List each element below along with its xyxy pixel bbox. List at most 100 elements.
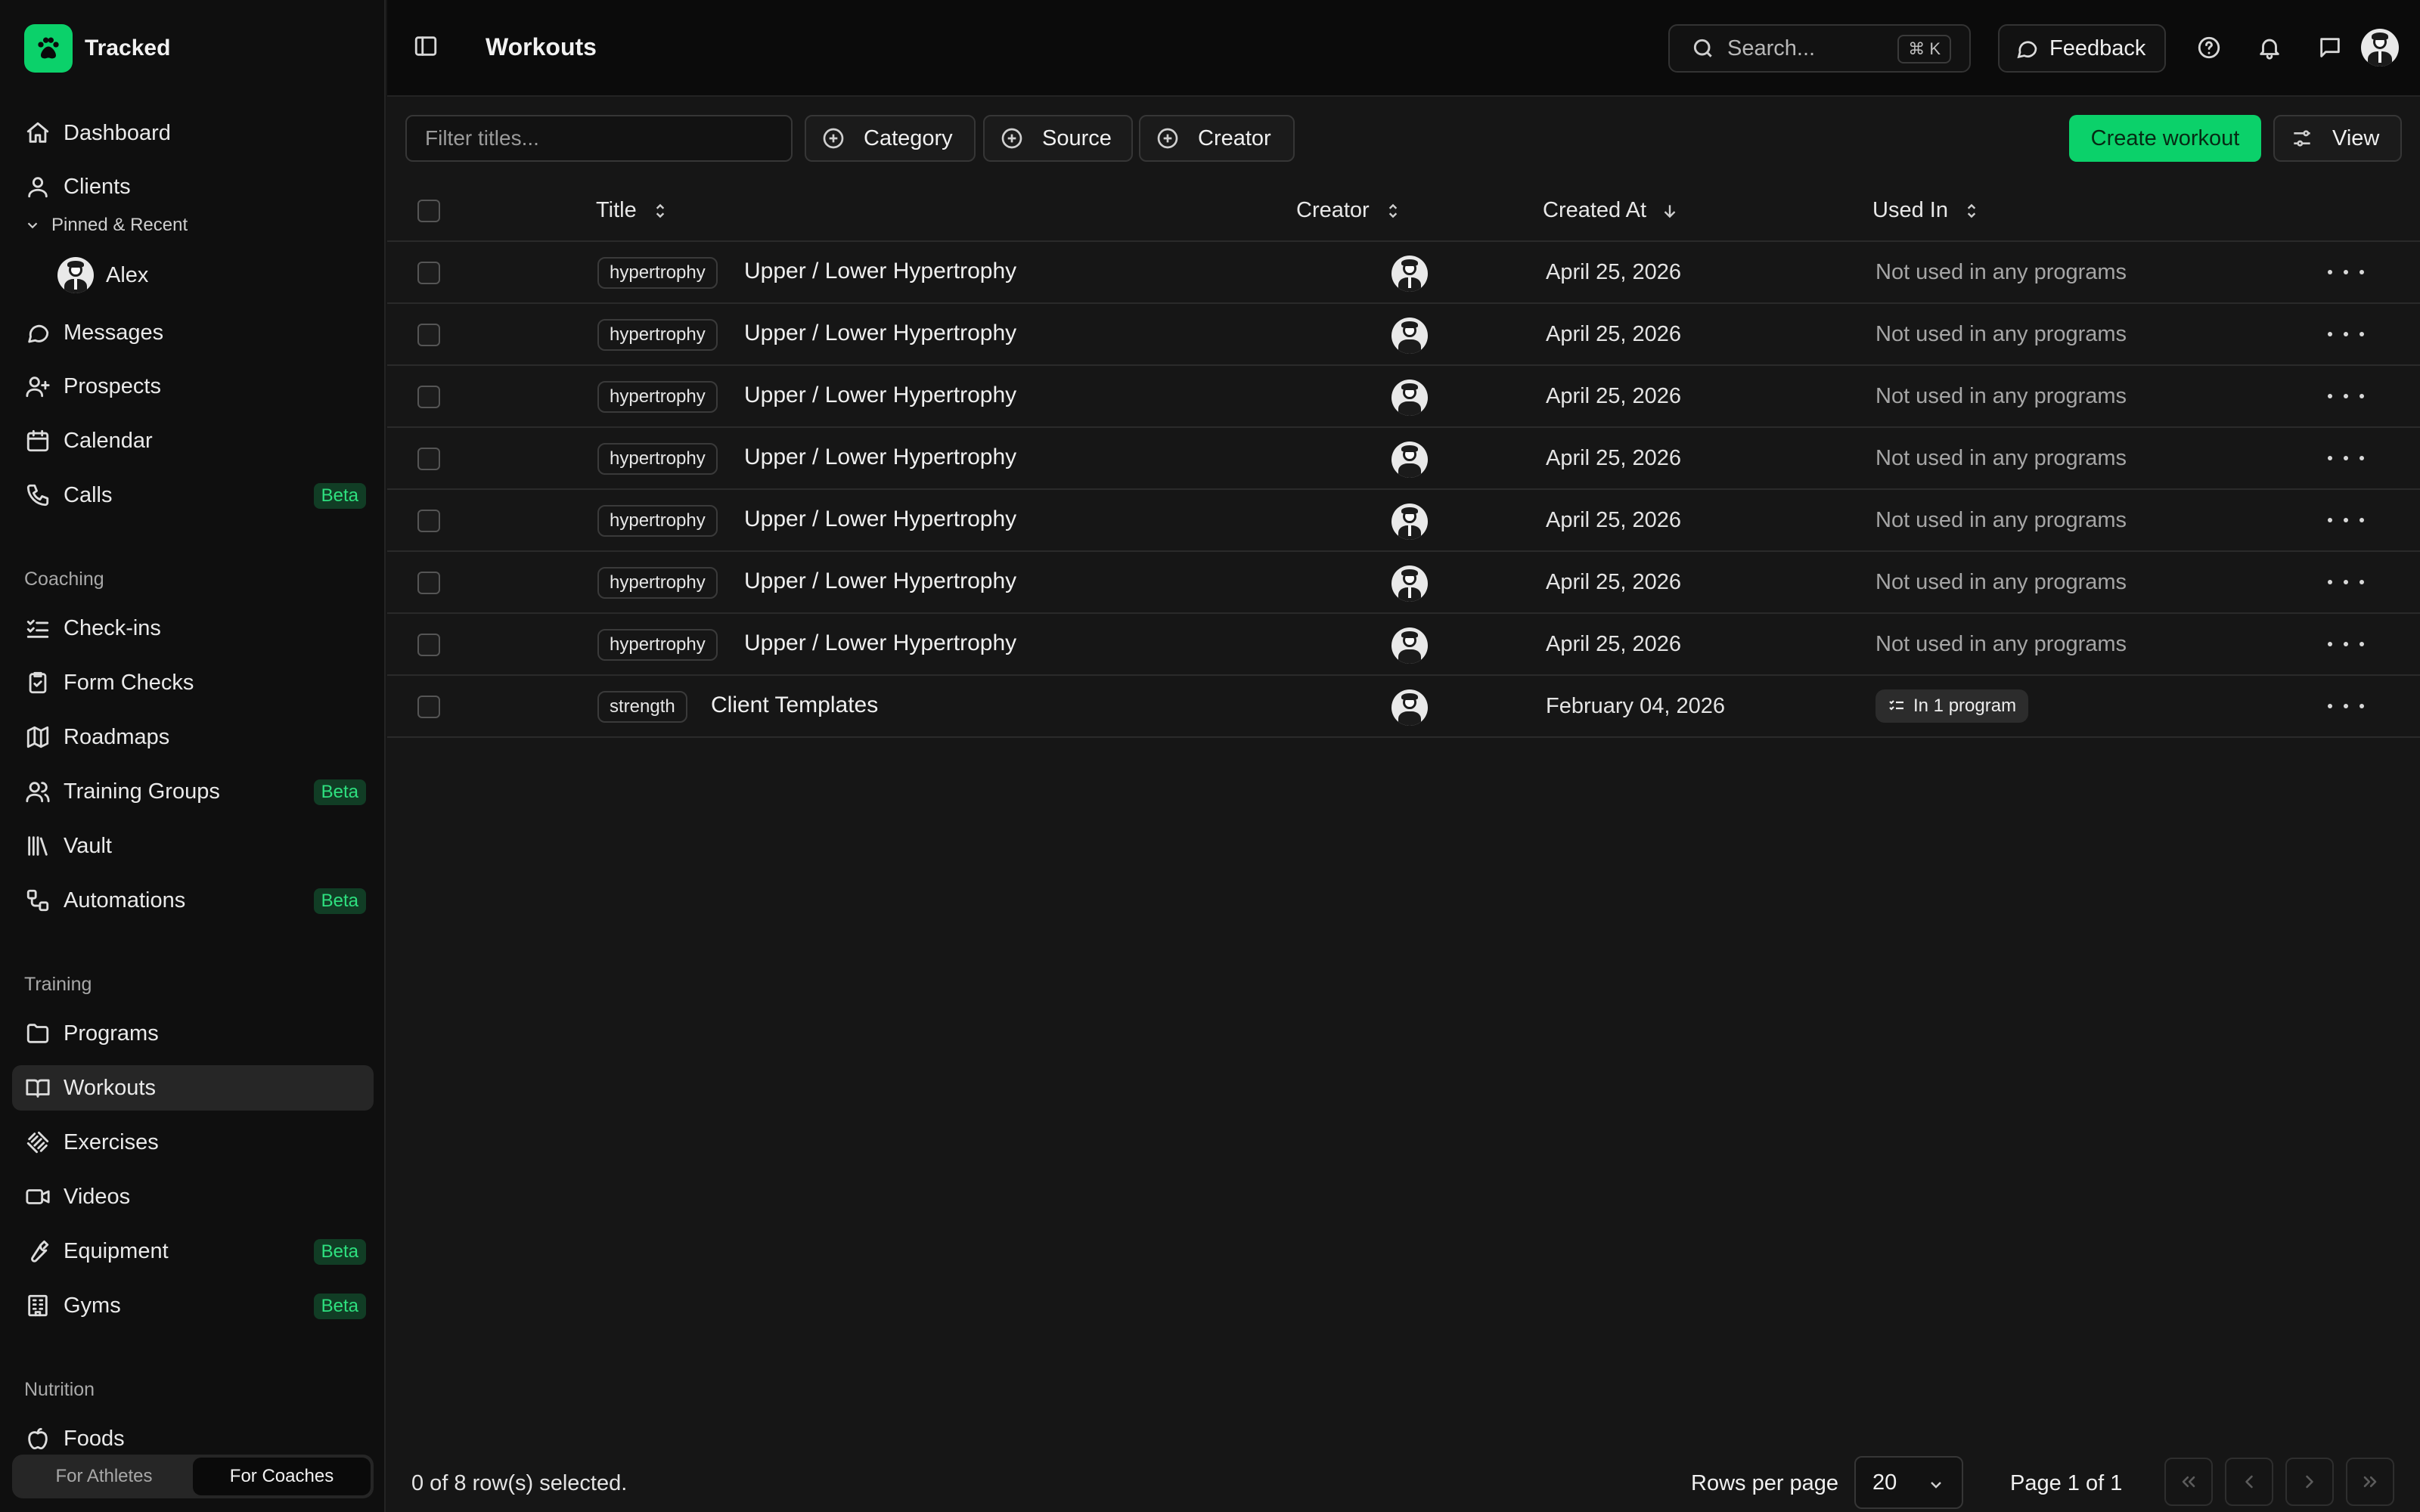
row-checkbox[interactable] bbox=[417, 262, 440, 284]
sidebar-item-messages[interactable]: Messages bbox=[12, 310, 374, 355]
sidebar-item-label: Training Groups bbox=[64, 779, 220, 804]
sliders-icon bbox=[2294, 130, 2310, 147]
row-actions-icon[interactable] bbox=[2328, 507, 2364, 534]
sidebar-item-prospects[interactable]: Prospects bbox=[12, 364, 374, 409]
workout-title[interactable]: Upper / Lower Hypertrophy bbox=[744, 445, 1016, 470]
sidebar-item-label: Calendar bbox=[64, 428, 153, 453]
row-actions-icon[interactable] bbox=[2328, 445, 2364, 472]
creator-avatar bbox=[1392, 442, 1428, 478]
user-avatar[interactable] bbox=[2361, 29, 2399, 67]
column-header-created-at[interactable]: Created At bbox=[1543, 198, 1680, 223]
creator-avatar bbox=[1392, 565, 1428, 602]
category-filter-button[interactable]: Category bbox=[805, 115, 976, 162]
row-checkbox[interactable] bbox=[417, 386, 440, 408]
table-row[interactable]: hypertrophy Upper / Lower Hypertrophy Ap… bbox=[387, 490, 2420, 552]
feedback-button[interactable]: Feedback bbox=[1998, 24, 2166, 73]
sidebar-item-vault[interactable]: Vault bbox=[12, 823, 374, 869]
table-row[interactable]: hypertrophy Upper / Lower Hypertrophy Ap… bbox=[387, 614, 2420, 676]
folder-icon bbox=[24, 1020, 51, 1047]
sidebar-item-check-ins[interactable]: Check-ins bbox=[12, 606, 374, 651]
table-row[interactable]: hypertrophy Upper / Lower Hypertrophy Ap… bbox=[387, 428, 2420, 490]
sidebar-item-videos[interactable]: Videos bbox=[12, 1174, 374, 1219]
column-header-creator[interactable]: Creator bbox=[1296, 198, 1403, 223]
sidebar-item-calendar[interactable]: Calendar bbox=[12, 418, 374, 463]
sidebar-item-roadmaps[interactable]: Roadmaps bbox=[12, 714, 374, 760]
table-row[interactable]: hypertrophy Upper / Lower Hypertrophy Ap… bbox=[387, 242, 2420, 304]
pinned-client-alex[interactable]: Alex bbox=[57, 257, 148, 293]
building-icon bbox=[24, 1292, 51, 1319]
table-row[interactable]: hypertrophy Upper / Lower Hypertrophy Ap… bbox=[387, 304, 2420, 366]
creator-avatar bbox=[1392, 256, 1428, 292]
sidebar-item-label: Prospects bbox=[64, 373, 161, 398]
column-header-title[interactable]: Title bbox=[596, 198, 670, 223]
sidebar-item-calls[interactable]: Calls Beta bbox=[12, 472, 374, 518]
row-checkbox[interactable] bbox=[417, 572, 440, 594]
sidebar-item-clients[interactable]: Clients bbox=[12, 164, 374, 209]
row-actions-icon[interactable] bbox=[2328, 569, 2364, 596]
last-page-button[interactable] bbox=[2346, 1458, 2394, 1506]
row-checkbox[interactable] bbox=[417, 448, 440, 470]
workout-title[interactable]: Upper / Lower Hypertrophy bbox=[744, 321, 1016, 346]
sidebar-item-gyms[interactable]: Gyms Beta bbox=[12, 1283, 374, 1328]
sidebar-item-exercises[interactable]: Exercises bbox=[12, 1120, 374, 1165]
creator-filter-button[interactable]: Creator bbox=[1139, 115, 1295, 162]
previous-page-button[interactable] bbox=[2225, 1458, 2273, 1506]
workout-title[interactable]: Upper / Lower Hypertrophy bbox=[744, 631, 1016, 656]
sidebar-item-equipment[interactable]: Equipment Beta bbox=[12, 1228, 374, 1274]
row-checkbox[interactable] bbox=[417, 696, 440, 718]
help-icon[interactable] bbox=[2196, 35, 2223, 62]
row-checkbox[interactable] bbox=[417, 634, 440, 656]
for-coaches-toggle[interactable]: For Coaches bbox=[193, 1458, 371, 1495]
source-filter-label: Source bbox=[1042, 125, 1112, 150]
search-input[interactable]: Search... ⌘ K bbox=[1668, 24, 1971, 73]
row-checkbox[interactable] bbox=[417, 510, 440, 532]
used-in-badge[interactable]: In 1 program bbox=[1876, 689, 2029, 723]
next-page-button[interactable] bbox=[2285, 1458, 2334, 1506]
creator-filter-label: Creator bbox=[1198, 125, 1271, 150]
table-row[interactable]: hypertrophy Upper / Lower Hypertrophy Ap… bbox=[387, 552, 2420, 614]
workout-title[interactable]: Upper / Lower Hypertrophy bbox=[744, 383, 1016, 408]
beta-badge: Beta bbox=[313, 1294, 366, 1319]
table-row[interactable]: hypertrophy Upper / Lower Hypertrophy Ap… bbox=[387, 366, 2420, 428]
table-row[interactable]: strength Client Templates February 04, 2… bbox=[387, 676, 2420, 738]
column-header-used-in[interactable]: Used In bbox=[1872, 198, 1981, 223]
sidebar-item-programs[interactable]: Programs bbox=[12, 1011, 374, 1056]
clipboard-check-icon bbox=[24, 669, 51, 696]
sidebar-item-label: Equipment bbox=[64, 1238, 169, 1263]
selection-count: 0 of 8 row(s) selected. bbox=[411, 1471, 628, 1495]
plus-circle-icon bbox=[1157, 128, 1178, 149]
row-actions-icon[interactable] bbox=[2328, 631, 2364, 658]
for-athletes-toggle[interactable]: For Athletes bbox=[15, 1458, 193, 1495]
sidebar-item-training-groups[interactable]: Training Groups Beta bbox=[12, 769, 374, 814]
row-checkbox[interactable] bbox=[417, 324, 440, 346]
pinned-recent-toggle[interactable]: Pinned & Recent bbox=[24, 215, 188, 236]
row-actions-icon[interactable] bbox=[2328, 321, 2364, 348]
sidebar-toggle-icon[interactable] bbox=[413, 33, 443, 64]
first-page-button[interactable] bbox=[2164, 1458, 2213, 1506]
sidebar-item-form-checks[interactable]: Form Checks bbox=[12, 660, 374, 705]
checklist-icon bbox=[1889, 700, 1903, 711]
bell-icon[interactable] bbox=[2257, 35, 2284, 62]
sidebar-item-dashboard[interactable]: Dashboard bbox=[12, 110, 374, 156]
workout-title[interactable]: Upper / Lower Hypertrophy bbox=[744, 507, 1016, 532]
filter-titles-input[interactable]: Filter titles... bbox=[405, 115, 793, 162]
sidebar-item-automations[interactable]: Automations Beta bbox=[12, 878, 374, 923]
row-actions-icon[interactable] bbox=[2328, 383, 2364, 410]
workout-title[interactable]: Upper / Lower Hypertrophy bbox=[744, 569, 1016, 594]
source-filter-button[interactable]: Source bbox=[983, 115, 1133, 162]
rows-per-page-select[interactable]: 20 bbox=[1854, 1456, 1963, 1509]
row-actions-icon[interactable] bbox=[2328, 259, 2364, 286]
chat-icon[interactable] bbox=[2317, 35, 2344, 62]
sidebar-item-workouts[interactable]: Workouts bbox=[12, 1065, 374, 1111]
create-workout-button[interactable]: Create workout bbox=[2069, 115, 2261, 162]
view-options-button[interactable]: View bbox=[2273, 115, 2402, 162]
paw-logo-icon bbox=[24, 24, 73, 73]
brand[interactable]: Tracked bbox=[24, 24, 170, 73]
workout-title[interactable]: Upper / Lower Hypertrophy bbox=[744, 259, 1016, 284]
users-icon bbox=[24, 778, 51, 805]
row-actions-icon[interactable] bbox=[2328, 692, 2364, 720]
created-at: April 25, 2026 bbox=[1546, 508, 1681, 532]
creator-avatar bbox=[1392, 627, 1428, 664]
select-all-checkbox[interactable] bbox=[417, 200, 440, 222]
workout-title[interactable]: Client Templates bbox=[711, 692, 878, 718]
